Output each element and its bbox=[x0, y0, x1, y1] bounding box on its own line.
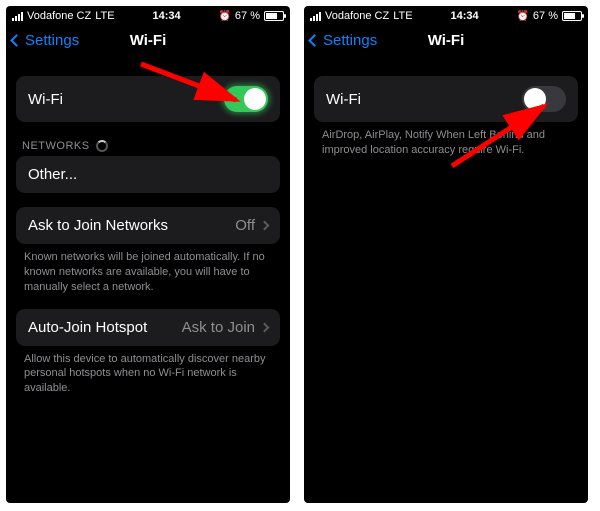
wifi-toggle-row[interactable]: Wi-Fi bbox=[16, 76, 280, 122]
back-label: Settings bbox=[25, 32, 79, 49]
chevron-right-icon bbox=[260, 221, 270, 231]
status-carrier: Vodafone CZ bbox=[27, 10, 91, 22]
other-network-row[interactable]: Other... bbox=[16, 156, 280, 193]
back-label: Settings bbox=[323, 32, 377, 49]
auto-join-hotspot-footer: Allow this device to automatically disco… bbox=[16, 346, 280, 397]
spinner-icon bbox=[96, 140, 108, 152]
chevron-left-icon bbox=[308, 34, 321, 47]
auto-join-hotspot-row[interactable]: Auto-Join Hotspot Ask to Join bbox=[16, 309, 280, 346]
signal-bars-icon bbox=[12, 12, 23, 21]
other-network-label: Other... bbox=[28, 166, 268, 183]
ask-to-join-footer: Known networks will be joined automatica… bbox=[16, 244, 280, 295]
nav-bar: Settings Wi-Fi bbox=[304, 24, 588, 56]
auto-join-hotspot-value: Ask to Join bbox=[182, 319, 255, 336]
phone-wifi-on: Vodafone CZ LTE 14:34 ⏰ 67 % Settings Wi… bbox=[6, 6, 290, 503]
status-carrier: Vodafone CZ bbox=[325, 10, 389, 22]
wifi-toggle-label: Wi-Fi bbox=[28, 91, 224, 108]
status-time: 14:34 bbox=[115, 10, 219, 22]
back-button[interactable]: Settings bbox=[12, 32, 79, 49]
chevron-right-icon bbox=[260, 322, 270, 332]
ask-to-join-label: Ask to Join Networks bbox=[28, 217, 235, 234]
wifi-toggle-row[interactable]: Wi-Fi bbox=[314, 76, 578, 122]
wifi-off-footer: AirDrop, AirPlay, Notify When Left Behin… bbox=[314, 122, 578, 158]
nav-bar: Settings Wi-Fi bbox=[6, 24, 290, 56]
status-bar: Vodafone CZ LTE 14:34 ⏰ 67 % bbox=[304, 6, 588, 24]
networks-section-header: NETWORKS bbox=[22, 140, 276, 152]
status-battery-pct: 67 % bbox=[533, 10, 558, 22]
back-button[interactable]: Settings bbox=[310, 32, 377, 49]
signal-bars-icon bbox=[310, 12, 321, 21]
status-battery-pct: 67 % bbox=[235, 10, 260, 22]
status-time: 14:34 bbox=[413, 10, 517, 22]
auto-join-hotspot-label: Auto-Join Hotspot bbox=[28, 319, 182, 336]
battery-icon bbox=[264, 11, 284, 21]
wifi-toggle-on[interactable] bbox=[224, 86, 268, 112]
chevron-left-icon bbox=[10, 34, 23, 47]
wifi-toggle-label: Wi-Fi bbox=[326, 91, 522, 108]
ask-to-join-row[interactable]: Ask to Join Networks Off bbox=[16, 207, 280, 244]
phone-wifi-off: Vodafone CZ LTE 14:34 ⏰ 67 % Settings Wi… bbox=[304, 6, 588, 503]
status-network: LTE bbox=[393, 10, 412, 22]
networks-header-text: NETWORKS bbox=[22, 140, 90, 152]
status-network: LTE bbox=[95, 10, 114, 22]
battery-icon bbox=[562, 11, 582, 21]
ask-to-join-value: Off bbox=[235, 217, 255, 234]
wifi-toggle-off[interactable] bbox=[522, 86, 566, 112]
status-bar: Vodafone CZ LTE 14:34 ⏰ 67 % bbox=[6, 6, 290, 24]
alarm-icon: ⏰ bbox=[218, 11, 230, 22]
alarm-icon: ⏰ bbox=[516, 11, 528, 22]
